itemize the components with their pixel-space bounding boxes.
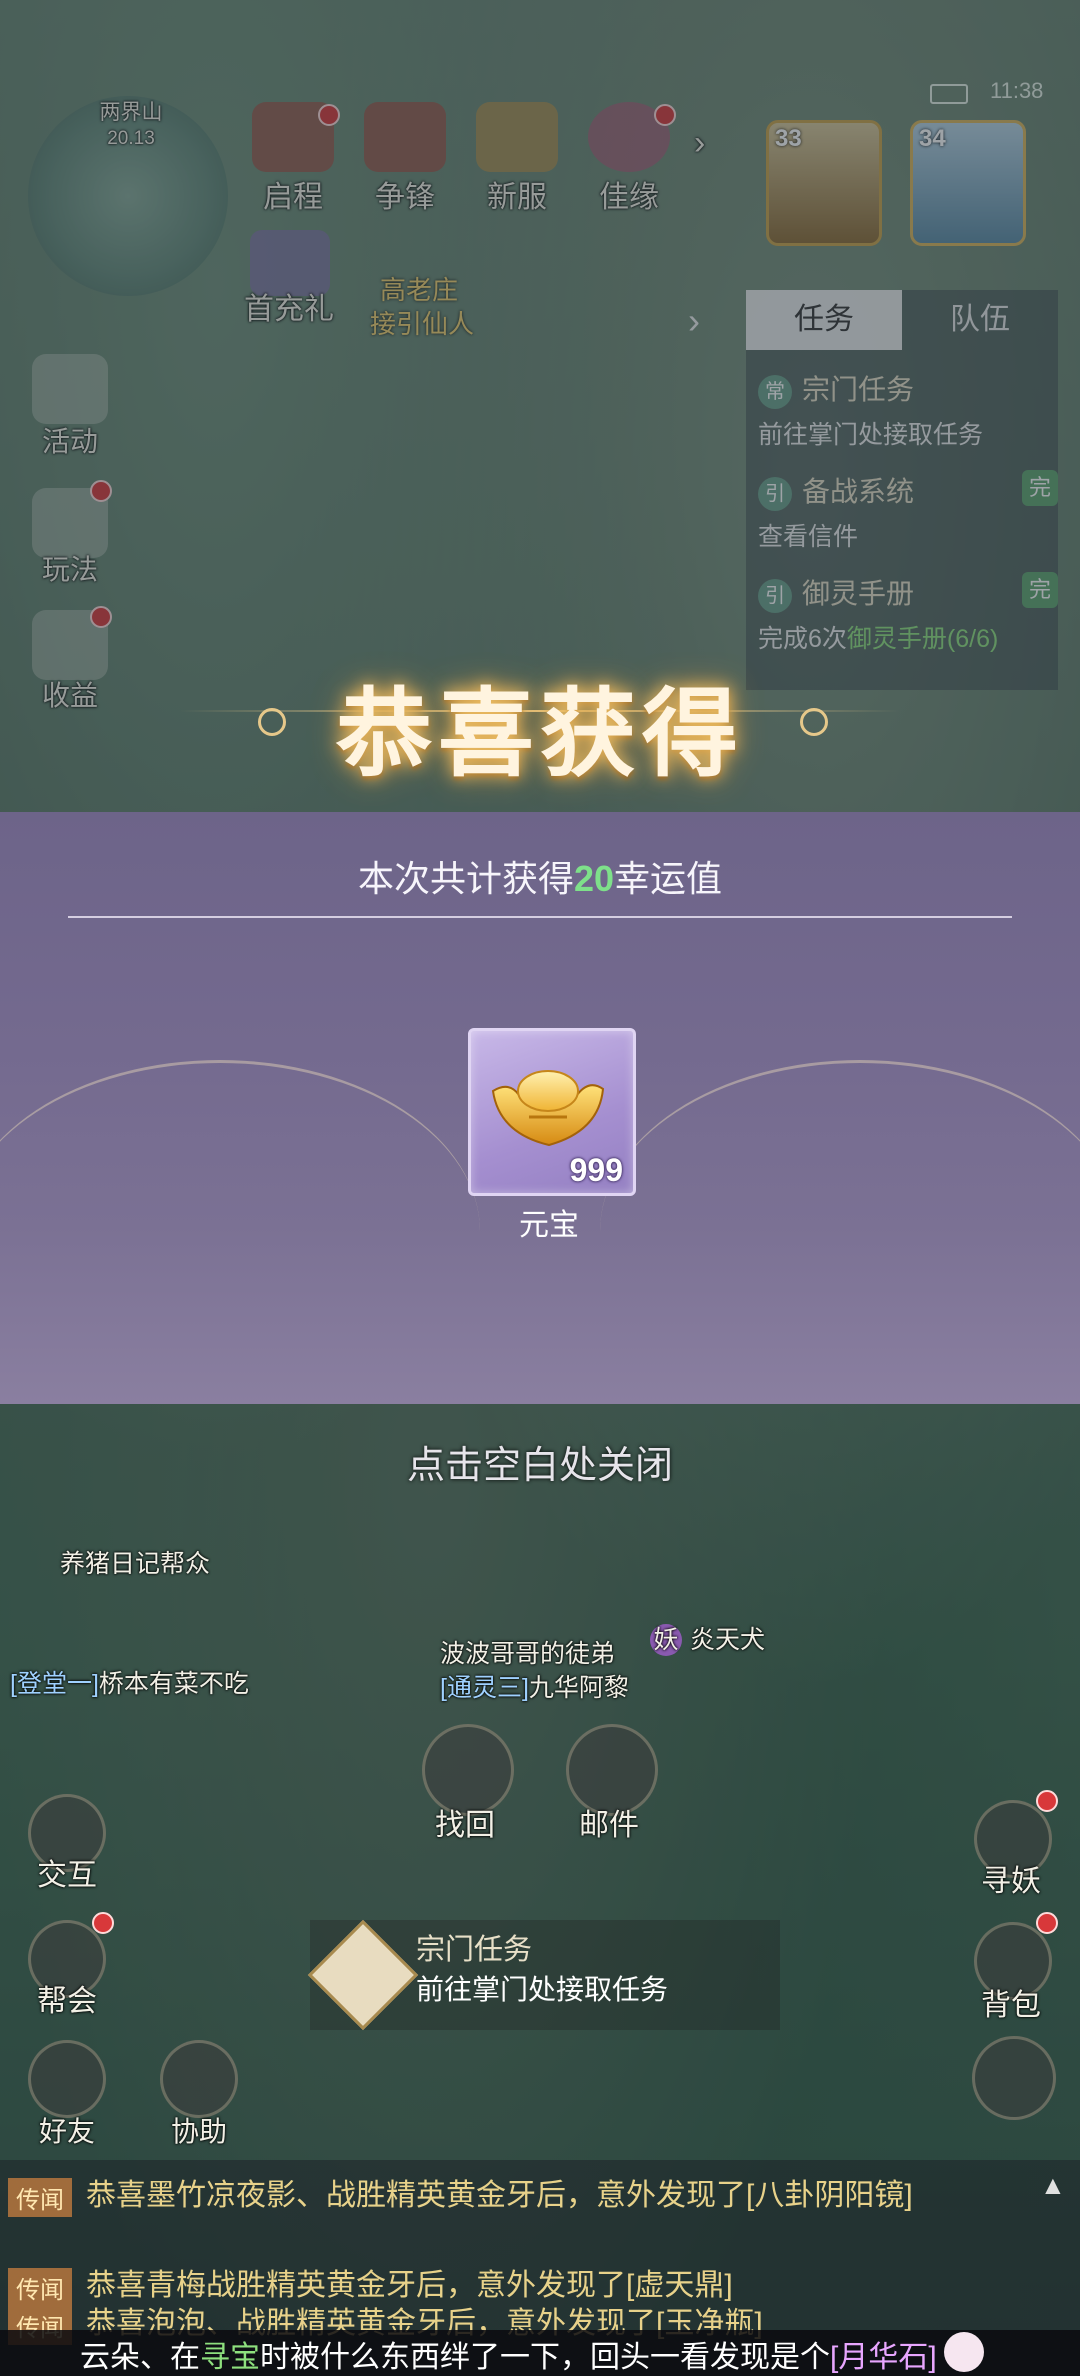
quest-title: 宗门任务 — [416, 1934, 533, 1966]
gain-number: 20 — [573, 858, 615, 899]
luck-gain-text: 本次共计获得20幸运值 — [0, 850, 1080, 902]
friends-icon[interactable] — [28, 2040, 106, 2118]
notification-dot — [1036, 1912, 1058, 1934]
quest-desc: 前往掌门处接取任务 — [416, 1974, 669, 2005]
player-nameplate[interactable]: 养猪日记帮众 — [60, 1544, 210, 1580]
modal-decoration — [600, 1060, 1080, 1403]
pet-nameplate[interactable]: 妖炎天犬 — [650, 1620, 765, 1656]
mail-button[interactable]: 邮件 — [564, 1800, 654, 1844]
interact-button[interactable]: 交互 — [22, 1850, 112, 1894]
notification-dot — [1036, 1790, 1058, 1812]
flower-menu-icon[interactable] — [972, 2036, 1056, 2120]
close-hint[interactable]: 点击空白处关闭 — [0, 1434, 1080, 1489]
assist-button[interactable]: 协助 — [154, 2110, 244, 2150]
friends-button[interactable]: 好友 — [22, 2110, 112, 2150]
handshake-icon[interactable] — [160, 2040, 238, 2118]
player-nameplate[interactable]: 波波哥哥的徒弟 — [440, 1634, 615, 1670]
chat-channel-tag: 传闻 — [8, 2177, 72, 2217]
guild-button[interactable]: 帮会 — [22, 1976, 112, 2020]
monster-hunt-button[interactable]: 寻妖 — [966, 1856, 1056, 1900]
item-name: 元宝 — [519, 1209, 579, 1242]
recover-button[interactable]: 找回 — [420, 1800, 510, 1844]
item-count: 999 — [569, 1152, 623, 1188]
player-nameplate[interactable]: [登堂一]桥本有菜不吃 — [10, 1664, 249, 1700]
gold-ingot-icon — [491, 1070, 605, 1147]
notification-dot — [92, 1912, 114, 1934]
emoji-icon — [944, 2332, 984, 2372]
reward-item-slot[interactable]: 999 — [468, 1028, 636, 1196]
divider — [68, 916, 1012, 918]
gain-suffix: 幸运值 — [614, 858, 723, 899]
player-nameplate[interactable]: [通灵三]九华阿黎 — [440, 1668, 629, 1704]
ticker-text: 云朵、在寻宝时被什么东西绊了一下，回头一看发现是个[月华石] — [80, 2341, 937, 2374]
chat-line: 传闻 恭喜墨竹凉夜影、战胜精英黄金牙后，意外发现了[八卦阴阳镜] — [8, 2170, 1038, 2217]
bag-button[interactable]: 背包 — [966, 1980, 1056, 2024]
reward-title: 恭喜获得 — [336, 677, 744, 790]
chevron-up-icon[interactable]: ▲ — [1040, 2170, 1066, 2201]
gain-prefix: 本次共计获得 — [357, 858, 574, 899]
